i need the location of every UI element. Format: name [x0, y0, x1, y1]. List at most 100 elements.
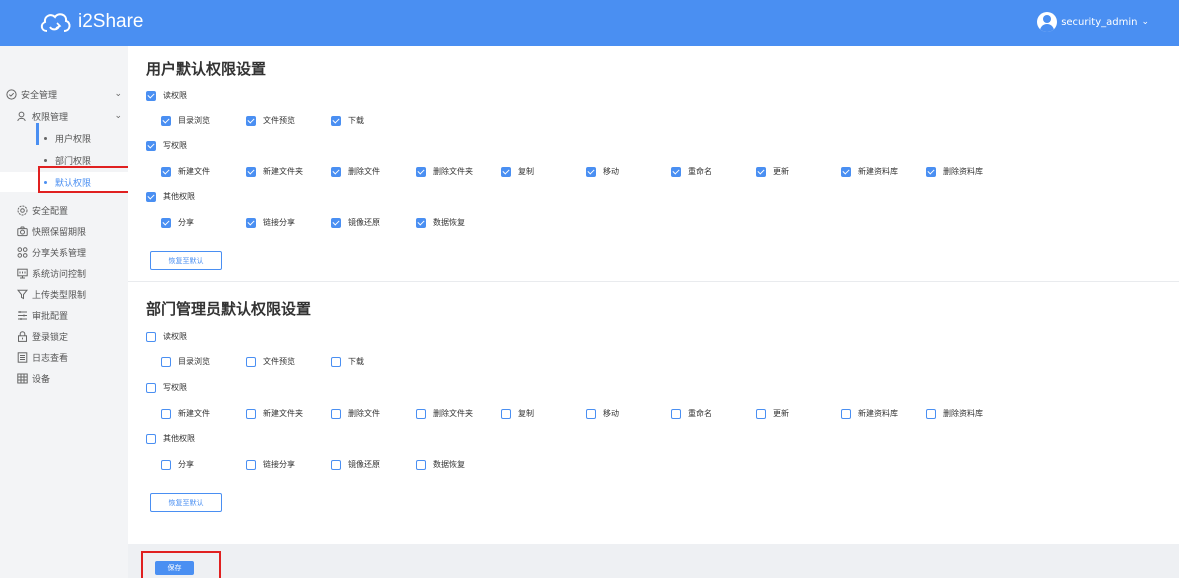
user-write-option[interactable]: 复制 [501, 166, 534, 177]
dept-write-option[interactable]: 移动 [586, 408, 619, 419]
dept-write-option[interactable]: 复制 [501, 408, 534, 419]
checkbox-unchecked-icon [841, 408, 851, 419]
checkbox-unchecked-icon [926, 408, 936, 419]
sidebar-item-share-relation[interactable]: 分享关系管理 [0, 242, 128, 262]
sidebar-item-label: 权限管理 [32, 112, 69, 123]
user-write-option[interactable]: 删除资料库 [926, 166, 983, 177]
sidebar-item-snapshot[interactable]: 快照保留期限 [0, 221, 128, 241]
user-write-option[interactable]: 移动 [586, 166, 619, 177]
sidebar-item-security-config[interactable]: 安全配置 [0, 200, 128, 220]
checkbox-checked-icon [501, 166, 511, 177]
sidebar-item-access-control[interactable]: 系统访问控制 [0, 263, 128, 283]
user-write-option[interactable]: 新建资料库 [841, 166, 898, 177]
dept-read-option[interactable]: 下载 [331, 356, 364, 367]
user-other-option[interactable]: 数据恢复 [416, 217, 465, 228]
checkbox-unchecked-icon [161, 408, 171, 419]
dept-write-option[interactable]: 更新 [756, 408, 789, 419]
dept-reset-button[interactable]: 恢复至默认 [150, 493, 222, 512]
highlight-box [141, 551, 221, 578]
dept-write-option[interactable]: 新建资料库 [841, 408, 898, 419]
sidebar-item-label: 安全配置 [32, 206, 69, 217]
cloud-logo-icon [38, 9, 72, 35]
sidebar: 安全管理 ⌄ 权限管理 ⌄ 用户权限 部门权限 默认权限 安全配置 快照保留期限 [0, 46, 128, 578]
user-other-option[interactable]: 镜像还原 [331, 217, 380, 228]
checkbox-checked-icon [586, 166, 596, 177]
highlight-box [38, 166, 134, 193]
avatar [1037, 12, 1058, 32]
dept-write-option[interactable]: 重命名 [671, 408, 712, 419]
checkbox-checked-icon [146, 191, 156, 202]
checkbox-unchecked-icon [146, 382, 156, 393]
checkbox-unchecked-icon [331, 408, 341, 419]
user-write-option[interactable]: 新建文件 [161, 166, 210, 177]
main-panel: 用户默认权限设置 读权限 目录浏览 文件预览 下载 写权限 新建文件 新建文件夹… [128, 46, 1179, 544]
checkbox-checked-icon [331, 115, 341, 126]
dept-read-checkbox[interactable]: 读权限 [146, 331, 187, 342]
app-logo[interactable]: i2Share [38, 8, 144, 36]
sidebar-item-label: 用户权限 [55, 134, 92, 145]
checkbox-checked-icon [161, 217, 171, 228]
user-read-checkbox[interactable]: 读权限 [146, 90, 187, 101]
sidebar-item-label: 日志查看 [32, 353, 69, 364]
lock-icon [16, 330, 28, 342]
checkbox-unchecked-icon [246, 408, 256, 419]
sidebar-item-label: 上传类型限制 [32, 290, 87, 301]
user-write-option[interactable]: 重命名 [671, 166, 712, 177]
approval-icon [16, 309, 28, 321]
checkbox-unchecked-icon [161, 356, 171, 367]
user-write-option[interactable]: 更新 [756, 166, 789, 177]
dept-other-option[interactable]: 分享 [161, 459, 194, 470]
sidebar-item-user-perm[interactable]: 用户权限 [0, 128, 128, 148]
user-menu[interactable]: security_admin ⌄ [1037, 12, 1149, 32]
page-title: 用户默认权限设置 [146, 60, 267, 78]
section-divider [128, 281, 1179, 282]
checkbox-checked-icon [246, 115, 256, 126]
sidebar-item-logs[interactable]: 日志查看 [0, 347, 128, 367]
sidebar-item-approval[interactable]: 审批配置 [0, 305, 128, 325]
sidebar-item-perm-mgmt[interactable]: 权限管理 ⌄ [0, 106, 128, 126]
sidebar-item-devices[interactable]: 设备 [0, 368, 128, 388]
checkbox-checked-icon [146, 140, 156, 151]
dept-write-option[interactable]: 新建文件夹 [246, 408, 303, 419]
checkbox-unchecked-icon [331, 356, 341, 367]
user-read-option[interactable]: 文件预览 [246, 115, 295, 126]
sidebar-item-label: 审批配置 [32, 311, 69, 322]
sidebar-item-label: 设备 [32, 374, 51, 385]
chevron-down-icon: ⌄ [1141, 17, 1149, 27]
user-read-option[interactable]: 下载 [331, 115, 364, 126]
user-read-option[interactable]: 目录浏览 [161, 115, 210, 126]
user-write-checkbox[interactable]: 写权限 [146, 140, 187, 151]
user-other-option[interactable]: 链接分享 [246, 217, 295, 228]
user-write-option[interactable]: 新建文件夹 [246, 166, 303, 177]
user-reset-button[interactable]: 恢复至默认 [150, 251, 222, 270]
bullet-icon [44, 158, 47, 162]
dept-write-option[interactable]: 新建文件 [161, 408, 210, 419]
dept-other-option[interactable]: 镜像还原 [331, 459, 380, 470]
user-write-option[interactable]: 删除文件夹 [416, 166, 473, 177]
dept-write-option[interactable]: 删除文件夹 [416, 408, 473, 419]
checkbox-checked-icon [416, 166, 426, 177]
user-write-option[interactable]: 删除文件 [331, 166, 380, 177]
checkbox-unchecked-icon [246, 459, 256, 470]
sidebar-item-security-mgmt[interactable]: 安全管理 ⌄ [0, 84, 128, 104]
sidebar-item-upload-type[interactable]: 上传类型限制 [0, 284, 128, 304]
dept-other-option[interactable]: 数据恢复 [416, 459, 465, 470]
checkbox-unchecked-icon [146, 331, 156, 342]
dept-read-option[interactable]: 文件预览 [246, 356, 295, 367]
dept-write-option[interactable]: 删除资料库 [926, 408, 983, 419]
chevron-down-icon: ⌄ [114, 111, 122, 121]
sidebar-item-login-lock[interactable]: 登录锁定 [0, 326, 128, 346]
sidebar-item-label: 系统访问控制 [32, 269, 87, 280]
dept-other-checkbox[interactable]: 其他权限 [146, 433, 195, 444]
sidebar-item-label: 快照保留期限 [32, 227, 87, 238]
document-icon [16, 351, 28, 363]
dept-read-option[interactable]: 目录浏览 [161, 356, 210, 367]
dept-write-checkbox[interactable]: 写权限 [146, 382, 187, 393]
checkbox-checked-icon [416, 217, 426, 228]
dept-write-option[interactable]: 删除文件 [331, 408, 380, 419]
checkbox-unchecked-icon [146, 433, 156, 444]
checkbox-checked-icon [841, 166, 851, 177]
user-other-option[interactable]: 分享 [161, 217, 194, 228]
user-other-checkbox[interactable]: 其他权限 [146, 191, 195, 202]
dept-other-option[interactable]: 链接分享 [246, 459, 295, 470]
